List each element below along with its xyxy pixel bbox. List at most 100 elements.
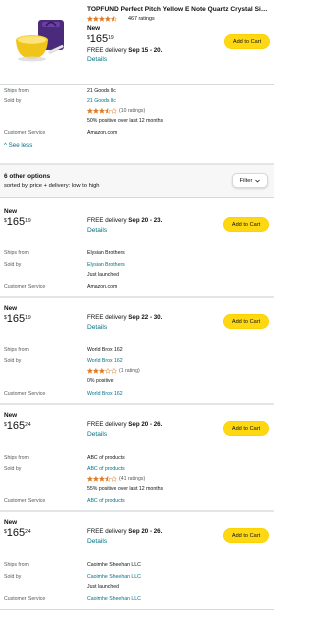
- condition-label: New: [87, 25, 101, 32]
- price-fraction: 19: [25, 315, 31, 321]
- seller-rating-count[interactable]: (41 ratings): [119, 476, 145, 482]
- price-fraction: 19: [25, 218, 31, 224]
- condition-label: New: [4, 412, 18, 419]
- star-icon: [93, 368, 99, 374]
- star-icon: [111, 16, 118, 22]
- price: $165 24: [4, 528, 31, 539]
- seller-note: Just launched: [87, 584, 120, 590]
- ships-from-label: Ships from: [4, 347, 29, 353]
- delivery-prefix: FREE delivery: [87, 528, 127, 535]
- ships-from-label: Ships from: [4, 88, 29, 94]
- star-icon: [99, 108, 105, 114]
- star-icon: [111, 476, 118, 482]
- ships-from-label: Ships from: [4, 455, 29, 461]
- product-image[interactable]: [10, 18, 66, 64]
- ships-from-value: Elysian Brothers: [87, 250, 125, 256]
- price: $165 19: [4, 314, 31, 325]
- price-fraction: 24: [25, 422, 31, 428]
- star-icon: [93, 16, 99, 22]
- delivery-text: FREE delivery Sep 22 - 30.: [87, 314, 162, 321]
- seller-star-rating[interactable]: [87, 368, 118, 374]
- add-to-cart-button[interactable]: Add to Cart: [223, 217, 269, 232]
- star-icon: [105, 368, 112, 374]
- add-to-cart-button[interactable]: Add to Cart: [223, 314, 269, 329]
- add-to-cart-button[interactable]: Add to Cart: [224, 34, 270, 49]
- ships-from-value: 21 Goods llc: [87, 88, 116, 94]
- condition-label: New: [4, 519, 18, 526]
- seller-link[interactable]: World Brox 162: [87, 358, 123, 364]
- seller-star-rating[interactable]: [87, 108, 118, 114]
- price: $165 19: [4, 217, 31, 228]
- customer-service-value[interactable]: Caoimhe Sheehan LLC: [87, 596, 141, 602]
- seller-rating-count[interactable]: (10 ratings): [119, 108, 145, 114]
- ships-from-value: World Brox 162: [87, 347, 123, 353]
- price-whole: 165: [89, 33, 109, 45]
- customer-service-label: Customer Service: [4, 130, 46, 136]
- filter-label: Filter: [239, 177, 253, 184]
- customer-service-label: Customer Service: [4, 596, 46, 602]
- rating-count[interactable]: 467 ratings: [128, 16, 155, 22]
- seller-rating-count[interactable]: (1 rating): [119, 368, 140, 374]
- star-rating[interactable]: [87, 16, 118, 22]
- seller-link[interactable]: ABC of products: [87, 466, 125, 472]
- delivery-prefix: FREE delivery: [87, 314, 127, 321]
- details-link[interactable]: Details: [87, 324, 107, 331]
- section-divider: [0, 510, 274, 512]
- details-link[interactable]: Details: [87, 431, 107, 438]
- star-icon: [111, 368, 118, 374]
- delivery-text: FREE delivery Sep 20 - 26.: [87, 421, 162, 428]
- product-header: TOPFUND Perfect Pitch Yellow E Note Quar…: [0, 0, 274, 84]
- product-title[interactable]: TOPFUND Perfect Pitch Yellow E Note Quar…: [87, 6, 271, 13]
- star-icon: [87, 108, 93, 114]
- options-count: 6 other options: [4, 173, 51, 180]
- condition-label: New: [4, 208, 18, 215]
- star-icon: [87, 16, 93, 22]
- seller-star-rating[interactable]: [87, 476, 118, 482]
- delivery-text: FREE delivery Sep 15 - 20.: [87, 47, 162, 54]
- details-link[interactable]: Details: [87, 538, 107, 545]
- star-icon: [99, 16, 105, 22]
- delivery-dates: Sep 22 - 30.: [128, 314, 163, 321]
- divider: [0, 197, 274, 198]
- star-icon: [105, 108, 112, 114]
- see-less-link[interactable]: ^ See less: [4, 142, 32, 149]
- star-icon: [105, 476, 112, 482]
- delivery-dates: Sep 20 - 26.: [128, 421, 163, 428]
- add-to-cart-button[interactable]: Add to Cart: [223, 421, 269, 436]
- seller-note: Just launched: [87, 272, 120, 278]
- ships-from-label: Ships from: [4, 562, 29, 568]
- sold-by-label: Sold by: [4, 98, 22, 104]
- seller-link[interactable]: Caoimhe Sheehan LLC: [87, 574, 141, 580]
- divider: [0, 609, 274, 610]
- star-icon: [87, 476, 93, 482]
- customer-service-value: Amazon.com: [87, 284, 118, 290]
- details-link[interactable]: Details: [87, 227, 107, 234]
- add-to-cart-button[interactable]: Add to Cart: [223, 528, 269, 543]
- positive-feedback: 50% positive over last 12 months: [87, 118, 164, 124]
- ships-from-label: Ships from: [4, 250, 29, 256]
- positive-feedback: 55% positive over last 12 months: [87, 486, 164, 492]
- delivery-prefix: FREE delivery: [87, 217, 127, 224]
- seller-link[interactable]: Elysian Brothers: [87, 262, 125, 268]
- filter-button[interactable]: Filter: [232, 173, 268, 188]
- delivery-prefix: FREE delivery: [87, 421, 127, 428]
- price-whole: 165: [6, 420, 26, 432]
- divider: [0, 84, 274, 85]
- customer-service-value[interactable]: ABC of products: [87, 498, 125, 504]
- section-divider: [0, 296, 274, 298]
- price-whole: 165: [6, 216, 26, 228]
- customer-service-value[interactable]: World Brox 162: [87, 391, 123, 397]
- seller-link[interactable]: 21 Goods llc: [87, 98, 116, 104]
- details-link[interactable]: Details: [87, 56, 107, 63]
- delivery-text: FREE delivery Sep 20 - 23.: [87, 217, 162, 224]
- customer-service-label: Customer Service: [4, 284, 46, 290]
- see-less-label: See less: [8, 142, 33, 149]
- star-icon: [87, 368, 93, 374]
- customer-service-label: Customer Service: [4, 498, 46, 504]
- customer-service-value: Amazon.com: [87, 130, 118, 136]
- star-icon: [105, 16, 112, 22]
- price-whole: 165: [6, 313, 26, 325]
- star-icon: [93, 476, 99, 482]
- section-divider: [0, 403, 274, 405]
- star-icon: [99, 368, 105, 374]
